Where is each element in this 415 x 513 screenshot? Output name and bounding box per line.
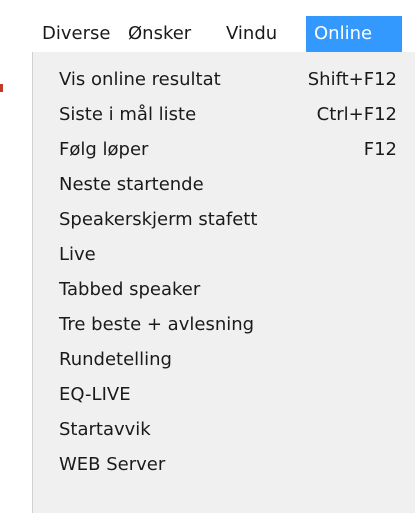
menu-item-startavvik[interactable]: Startavvik [59, 414, 397, 446]
menu-item-vis-online-resultat[interactable]: Vis online resultat Shift+F12 [59, 64, 397, 96]
menu-item-neste-startende[interactable]: Neste startende [59, 169, 397, 201]
menu-item-eq-live[interactable]: EQ-LIVE [59, 379, 397, 411]
menu-diverse[interactable]: Diverse [34, 16, 118, 52]
menu-item-label: Følg løper [59, 139, 149, 160]
menu-online[interactable]: Online [306, 16, 402, 52]
menu-item-label: Vis online resultat [59, 69, 221, 90]
menu-item-label: Startavvik [59, 419, 151, 440]
menu-item-label: WEB Server [59, 454, 166, 475]
menu-item-live[interactable]: Live [59, 239, 397, 271]
menu-item-shortcut: F12 [363, 139, 397, 160]
menu-item-rundetelling[interactable]: Rundetelling [59, 344, 397, 376]
menu-item-label: Rundetelling [59, 349, 172, 370]
menu-item-label: Neste startende [59, 174, 204, 195]
menu-item-label: Tabbed speaker [59, 279, 201, 300]
window-edge-marker [0, 84, 3, 92]
menu-item-siste-i-mal-liste[interactable]: Siste i mål liste Ctrl+F12 [59, 99, 397, 131]
menu-item-tabbed-speaker[interactable]: Tabbed speaker [59, 274, 397, 306]
menu-item-tre-beste-avlesning[interactable]: Tre beste + avlesning [59, 309, 397, 341]
menu-item-label: Tre beste + avlesning [59, 314, 255, 335]
menu-bar: Diverse Ønsker Vindu Online [0, 16, 415, 52]
menu-item-label: EQ-LIVE [59, 384, 131, 405]
menu-item-folg-loper[interactable]: Følg løper F12 [59, 134, 397, 166]
menu-onsker[interactable]: Ønsker [120, 16, 199, 52]
application-window: Diverse Ønsker Vindu Online Vis online r… [0, 0, 415, 513]
menu-item-label: Speakerskjerm stafett [59, 209, 258, 230]
menu-item-web-server[interactable]: WEB Server [59, 449, 397, 481]
online-menu-dropdown: Vis online resultat Shift+F12 Siste i må… [32, 52, 415, 513]
menu-item-shortcut: Ctrl+F12 [316, 104, 397, 125]
menu-item-speakerskjerm-stafett[interactable]: Speakerskjerm stafett [59, 204, 397, 236]
menu-item-label: Live [59, 244, 96, 265]
menu-item-label: Siste i mål liste [59, 104, 197, 125]
menu-item-shortcut: Shift+F12 [307, 69, 397, 90]
menu-vindu[interactable]: Vindu [218, 16, 285, 52]
